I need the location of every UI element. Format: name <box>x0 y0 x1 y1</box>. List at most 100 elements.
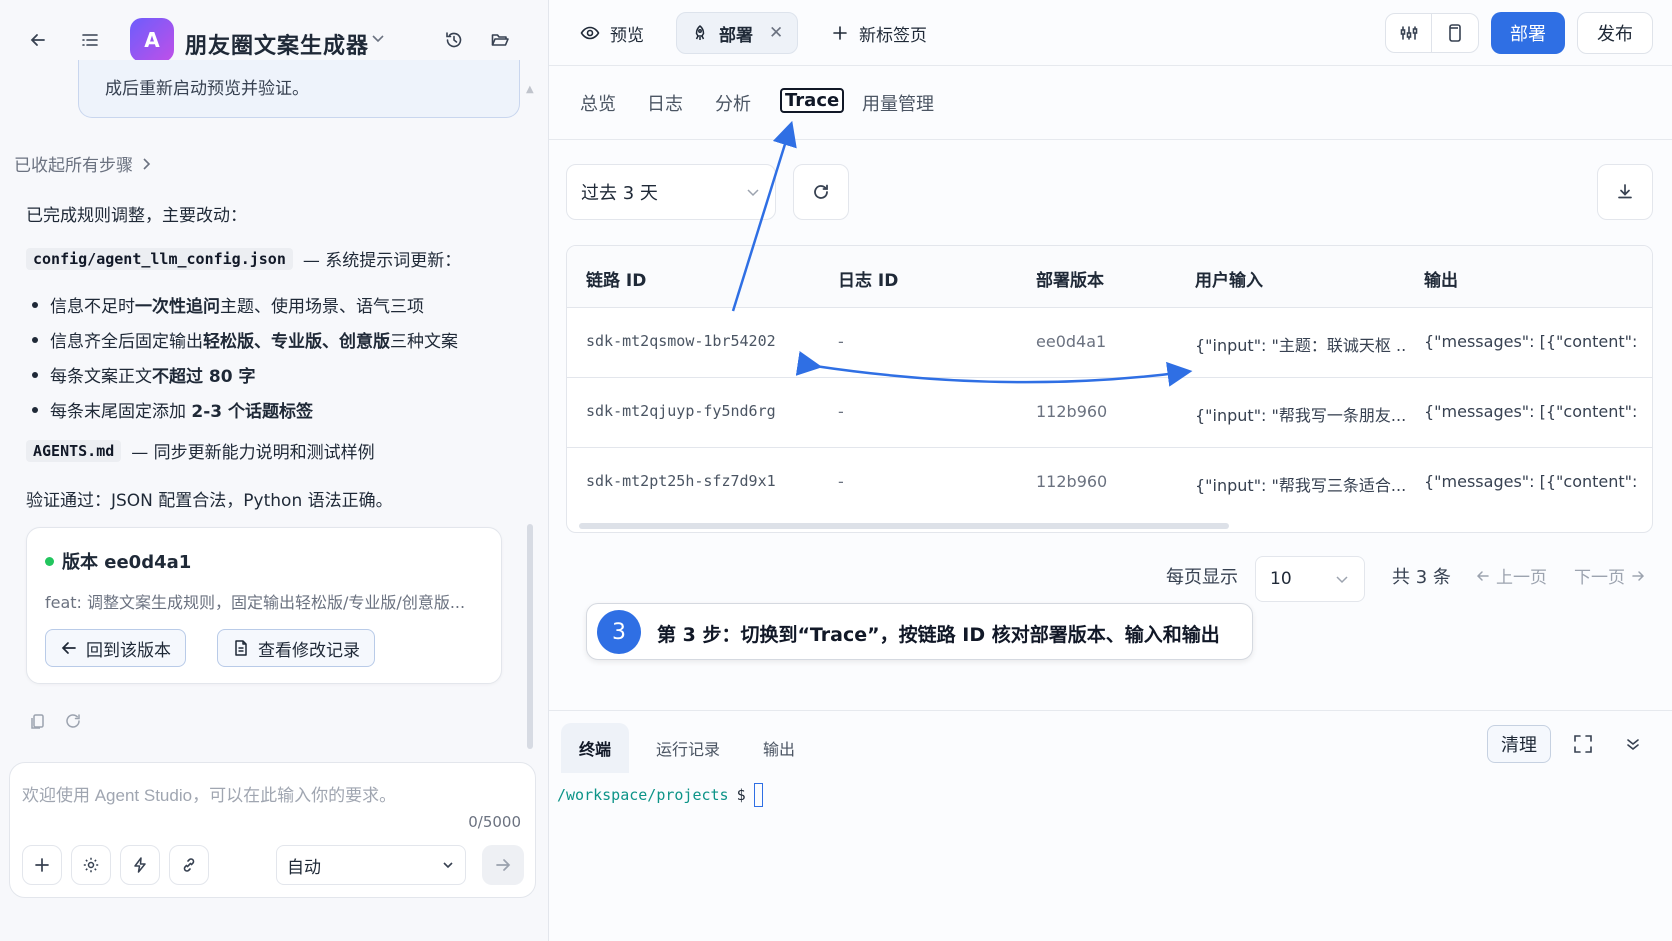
prev-page-button[interactable]: 上一页 <box>1476 563 1547 588</box>
collapse-chevron-icon[interactable] <box>1624 735 1642 753</box>
chat-input[interactable] <box>22 781 502 811</box>
quick-action-button[interactable] <box>120 845 160 885</box>
mode-select-value: 自动 <box>287 857 321 878</box>
rollback-button[interactable]: 回到该版本 <box>45 629 186 667</box>
view-changes-button[interactable]: 查看修改记录 <box>217 629 375 667</box>
tab-new[interactable]: 新标签页 <box>817 12 941 54</box>
list-item: 每条文案正文不超过 80 字 <box>32 362 256 387</box>
table-row[interactable]: sdk-mt2qsmow-1br54202 - ee0d4a1 {"input"… <box>567 308 1652 378</box>
tab-run-history[interactable]: 运行记录 <box>638 723 738 773</box>
prev-page-label: 上一页 <box>1496 568 1547 588</box>
column-header[interactable]: 日志 ID <box>838 266 898 291</box>
table-row[interactable]: sdk-mt2qjuyp-fy5nd6rg - 112b960 {"input"… <box>567 378 1652 448</box>
copy-icon[interactable] <box>29 712 47 730</box>
file-desc: — 同步更新能力说明和测试样例 <box>131 443 375 463</box>
scroll-up-arrow-icon[interactable]: ▲ <box>526 84 534 95</box>
eye-icon <box>580 26 600 40</box>
message-intro: 已完成规则调整，主要改动： <box>26 206 247 226</box>
subtab-overview[interactable]: 总览 <box>580 90 616 116</box>
version-cell: 112b960 <box>1036 402 1108 421</box>
link-button[interactable] <box>169 845 209 885</box>
clear-button[interactable]: 清理 <box>1487 725 1551 763</box>
tab-deploy[interactable]: 部署 ✕ <box>676 12 799 54</box>
status-dot <box>45 556 54 566</box>
list-item: 信息不足时一次性追问主题、使用场景、语气三项 <box>32 292 424 317</box>
subtab-usage[interactable]: 用量管理 <box>862 90 934 116</box>
app-title[interactable]: 朋友圈文案生成器 <box>185 28 369 60</box>
changed-file-line: config/agent_llm_config.json — 系统提示词更新： <box>26 246 461 271</box>
column-header[interactable]: 用户输入 <box>1195 266 1263 291</box>
fullscreen-icon[interactable] <box>1572 733 1594 755</box>
link-icon <box>183 858 195 872</box>
mode-select[interactable]: 自动 <box>276 845 466 885</box>
add-attachment-button[interactable] <box>22 845 62 885</box>
step-number-badge: 3 <box>597 610 641 654</box>
file-chip: config/agent_llm_config.json <box>26 247 293 270</box>
history-icon[interactable] <box>438 24 470 56</box>
file-chip: AGENTS.md <box>26 439 122 462</box>
mobile-device-icon[interactable] <box>1432 14 1478 52</box>
send-button[interactable] <box>482 845 524 885</box>
chevron-down-icon[interactable] <box>370 30 386 46</box>
chat-input-box: 0/5000 自动 <box>9 762 536 898</box>
download-button[interactable] <box>1597 164 1653 220</box>
subtab-logs[interactable]: 日志 <box>647 90 683 116</box>
lightning-icon <box>134 857 146 873</box>
table-horizontal-scrollbar[interactable] <box>579 523 1229 529</box>
prompt-symbol: $ <box>736 786 746 804</box>
settings-button[interactable] <box>71 845 111 885</box>
back-arrow-icon[interactable] <box>22 24 54 56</box>
subtab-trace[interactable]: Trace <box>780 88 845 113</box>
trace-id-cell[interactable]: sdk-mt2qjuyp-fy5nd6rg <box>586 402 776 420</box>
column-header[interactable]: 输出 <box>1424 266 1458 291</box>
chevron-right-icon <box>143 157 151 170</box>
tab-preview-label: 预览 <box>610 25 644 46</box>
top-tab-bar: 预览 部署 ✕ 新标签页 部署 发布 <box>549 0 1672 66</box>
collapsed-steps-label: 已收起所有步骤 <box>14 156 133 176</box>
subtab-analytics[interactable]: 分析 <box>715 90 751 116</box>
column-header[interactable]: 链路 ID <box>586 266 646 291</box>
trace-id-cell[interactable]: sdk-mt2pt25h-sfz7d9x1 <box>586 472 776 490</box>
list-item: 信息齐全后固定输出轻松版、专业版、创意版三种文案 <box>32 327 458 352</box>
terminal-path: /workspace/projects <box>557 786 729 804</box>
trace-table: 链路 ID 日志 ID 部署版本 用户输入 输出 sdk-mt2qsmow-1b… <box>566 245 1653 533</box>
refresh-button[interactable] <box>793 164 849 220</box>
arrow-right-icon <box>1632 570 1645 581</box>
view-changes-label: 查看修改记录 <box>258 640 360 661</box>
deploy-button[interactable]: 部署 <box>1491 12 1565 54</box>
column-header[interactable]: 部署版本 <box>1036 266 1104 291</box>
equalizer-icon[interactable] <box>1386 14 1433 52</box>
tab-terminal[interactable]: 终端 <box>561 723 630 773</box>
app-avatar: A <box>130 18 174 62</box>
total-count: 共 3 条 <box>1392 567 1451 588</box>
folder-open-icon[interactable] <box>484 24 516 56</box>
user-input-cell: {"input": "帮我写一条朋友... <box>1195 406 1405 425</box>
user-input-cell: {"input": "主题：联诚天枢 ... <box>1195 336 1405 355</box>
per-page-select[interactable]: 10 <box>1255 556 1365 602</box>
publish-button[interactable]: 发布 <box>1577 12 1653 54</box>
terminal-prompt[interactable]: /workspace/projects $ <box>557 783 763 807</box>
trace-id-cell[interactable]: sdk-mt2qsmow-1br54202 <box>586 332 776 350</box>
log-id-cell: - <box>838 472 844 491</box>
next-page-label: 下一页 <box>1574 568 1625 588</box>
tab-preview[interactable]: 预览 <box>566 12 658 54</box>
table-row[interactable]: sdk-mt2pt25h-sfz7d9x1 - 112b960 {"input"… <box>567 448 1652 518</box>
time-range-select[interactable]: 过去 3 天 <box>566 164 776 220</box>
tab-output[interactable]: 输出 <box>745 723 813 773</box>
terminal-cursor <box>753 783 763 807</box>
callout-text: 第 3 步：切换到“Trace”，按链路 ID 核对部署版本、输入和输出 <box>657 624 1220 646</box>
tab-deploy-label: 部署 <box>719 25 753 46</box>
plus-icon <box>833 26 847 40</box>
per-page-value: 10 <box>1270 569 1292 589</box>
next-page-button[interactable]: 下一页 <box>1574 563 1645 588</box>
output-cell: {"messages": [{"content": "... <box>1424 472 1644 491</box>
output-cell: {"messages": [{"content": "... <box>1424 402 1644 421</box>
regenerate-icon[interactable] <box>64 712 82 730</box>
menu-list-icon[interactable] <box>74 24 106 56</box>
user-input-cell: {"input": "帮我写三条适合... <box>1195 476 1405 495</box>
chat-scrollbar[interactable] <box>527 524 533 749</box>
changed-file-line: AGENTS.md — 同步更新能力说明和测试样例 <box>26 438 375 463</box>
collapsed-steps-toggle[interactable]: 已收起所有步骤 <box>14 151 153 176</box>
close-icon[interactable]: ✕ <box>769 23 783 43</box>
version-cell: 112b960 <box>1036 472 1108 491</box>
